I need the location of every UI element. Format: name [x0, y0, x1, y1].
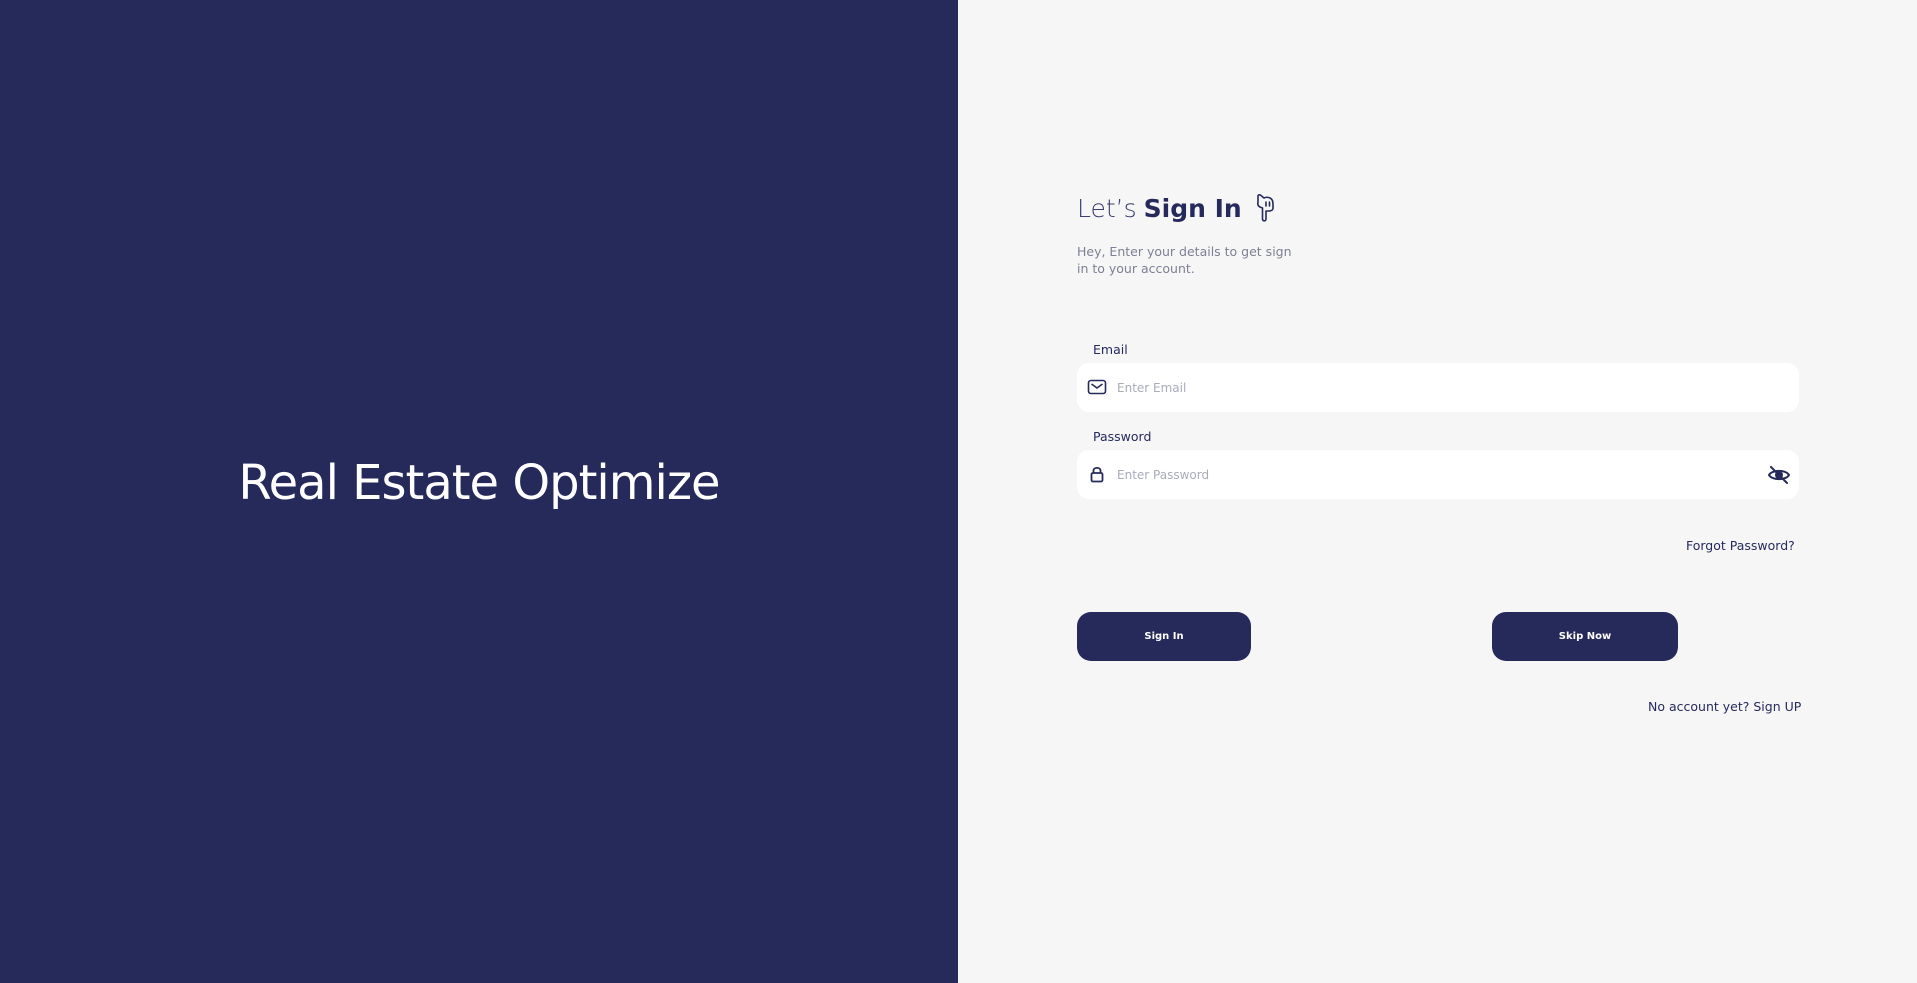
brand-title: Real Estate Optimize: [238, 455, 720, 511]
pointing-down-hand-icon: [1252, 193, 1278, 223]
signin-heading: Let’s Sign In: [1077, 190, 1278, 226]
sign-in-button[interactable]: Sign In: [1077, 612, 1251, 661]
password-label: Password: [1093, 429, 1152, 444]
signin-subtitle: Hey, Enter your details to get sign in t…: [1077, 244, 1292, 276]
password-input[interactable]: [1117, 450, 1737, 499]
heading-main: Sign In: [1143, 193, 1242, 223]
envelope-icon: [1087, 377, 1107, 397]
password-field-container[interactable]: [1077, 450, 1799, 499]
skip-now-button[interactable]: Skip Now: [1492, 612, 1678, 661]
heading-prefix: Let’s: [1077, 193, 1137, 223]
email-label: Email: [1093, 342, 1128, 357]
signup-prompt-text: No account yet?: [1648, 699, 1750, 714]
sign-up-link[interactable]: Sign UP: [1753, 699, 1801, 714]
forgot-password-link[interactable]: Forgot Password?: [1686, 538, 1795, 553]
brand-panel: Real Estate Optimize: [0, 0, 958, 983]
eye-off-icon[interactable]: [1767, 463, 1791, 487]
email-input[interactable]: [1117, 363, 1737, 412]
email-field-container[interactable]: [1077, 363, 1799, 412]
signup-prompt: No account yet? Sign UP: [1648, 699, 1801, 714]
lock-icon: [1087, 464, 1107, 484]
